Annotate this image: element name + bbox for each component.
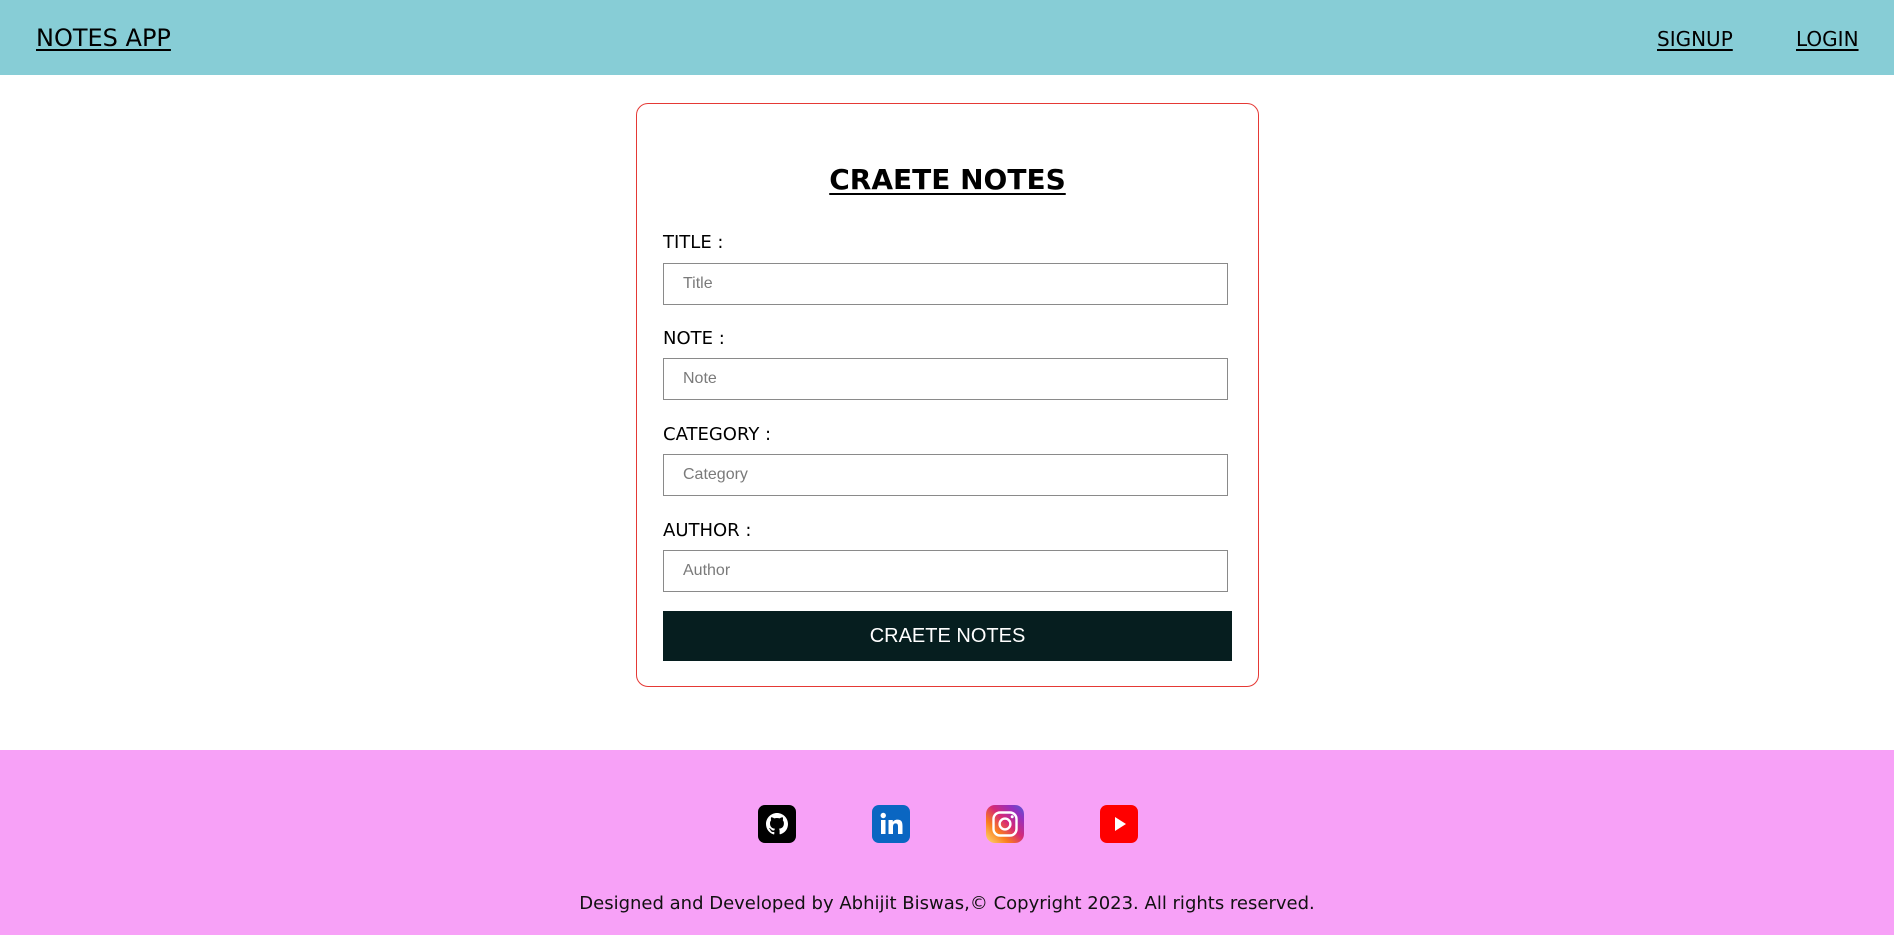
instagram-icon[interactable] bbox=[986, 805, 1024, 843]
category-input[interactable] bbox=[663, 454, 1228, 496]
author-input[interactable] bbox=[663, 550, 1228, 592]
nav-signup-link[interactable]: SIGNUP bbox=[1657, 27, 1733, 51]
navbar: NOTES APP SIGNUP LOGIN bbox=[0, 0, 1894, 75]
create-note-button[interactable]: CRAETE NOTES bbox=[663, 611, 1232, 661]
category-label: CATEGORY : bbox=[663, 424, 772, 445]
create-note-card: CRAETE NOTES TITLE : NOTE : CATEGORY : A… bbox=[636, 103, 1259, 687]
author-label: AUTHOR : bbox=[663, 520, 752, 541]
title-input[interactable] bbox=[663, 263, 1228, 305]
footer: Designed and Developed by Abhijit Biswas… bbox=[0, 750, 1894, 935]
nav-login-link[interactable]: LOGIN bbox=[1796, 27, 1859, 51]
github-icon[interactable] bbox=[758, 805, 796, 843]
linkedin-icon[interactable] bbox=[872, 805, 910, 843]
form-title: CRAETE NOTES bbox=[829, 163, 1066, 196]
brand-link[interactable]: NOTES APP bbox=[36, 24, 171, 52]
youtube-icon[interactable] bbox=[1100, 805, 1138, 843]
note-label: NOTE : bbox=[663, 328, 725, 349]
title-label: TITLE : bbox=[663, 232, 724, 253]
copyright-text: Designed and Developed by Abhijit Biswas… bbox=[579, 893, 1315, 914]
note-input[interactable] bbox=[663, 358, 1228, 400]
